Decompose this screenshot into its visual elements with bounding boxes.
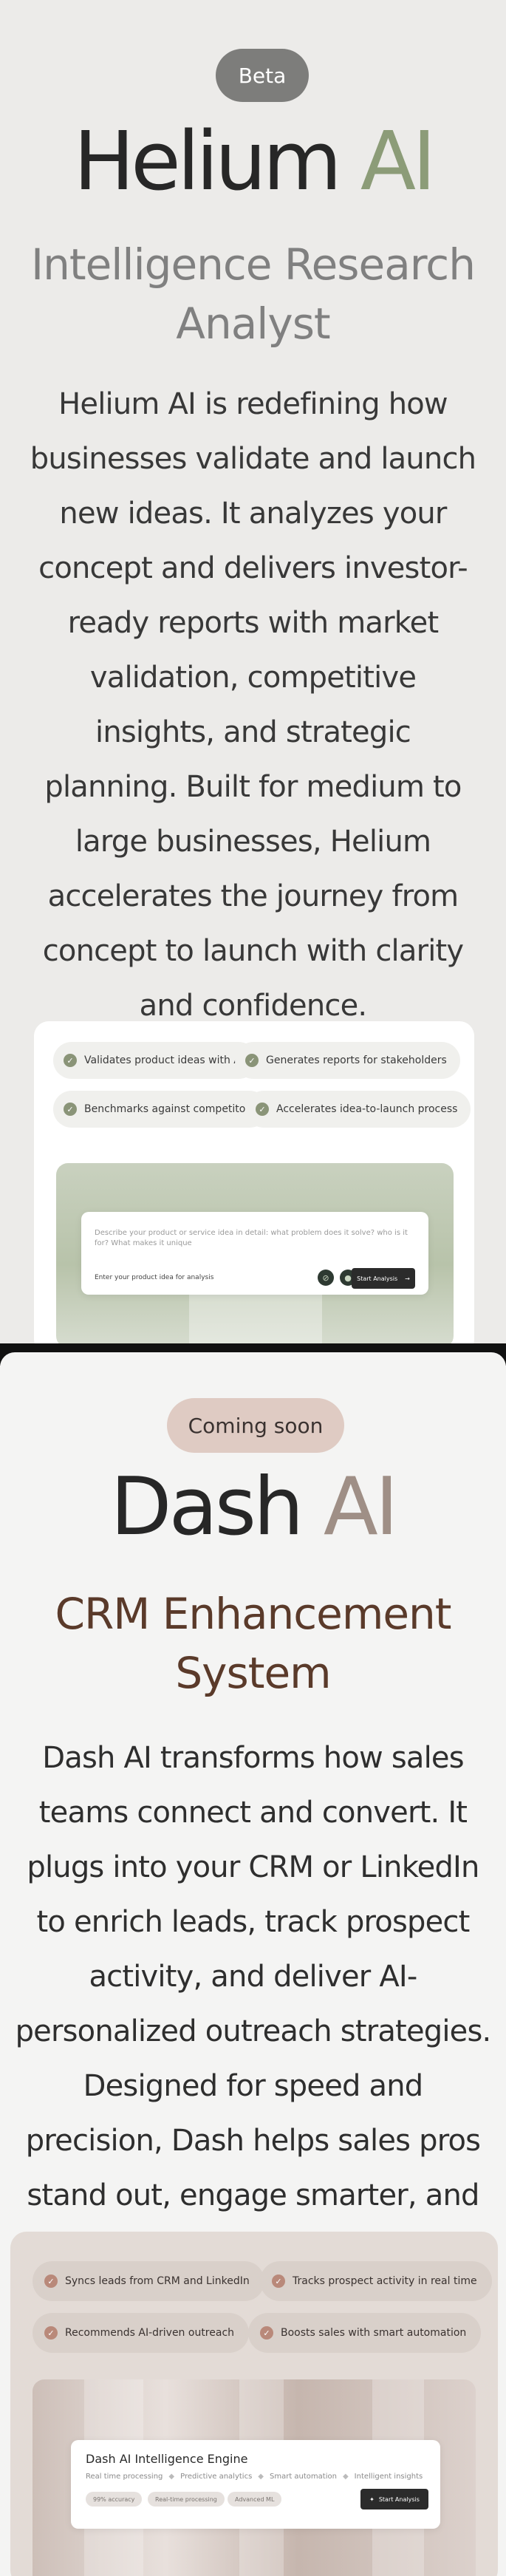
dash-preview: Dash AI Intelligence Engine Real time pr… bbox=[33, 2379, 476, 2576]
helium-description: Helium AI is redefining how businesses v… bbox=[30, 387, 476, 1023]
helium-brand: Helium AI bbox=[0, 109, 506, 213]
helium-section: Beta Helium AI Intelligence Research Ana… bbox=[0, 0, 506, 1343]
check-icon: ✓ bbox=[44, 2326, 58, 2340]
helium-subtitle: Intelligence Research Analyst bbox=[31, 239, 476, 349]
feature-chip-label: Validates product ideas with AI bbox=[84, 1054, 245, 1066]
feature-chip: ✓ Boosts sales with smart automation bbox=[248, 2313, 482, 2353]
helium-brand-accent: AI bbox=[360, 114, 437, 208]
engine-tag: Advanced ML bbox=[228, 2492, 282, 2507]
dash-brand-name: Dash bbox=[110, 1461, 304, 1553]
feature-chip: ✓ Accelerates idea-to-launch process bbox=[245, 1091, 471, 1128]
feature-chip: ✓ Validates product ideas with AI bbox=[53, 1042, 258, 1079]
engine-title: Dash AI Intelligence Engine bbox=[86, 2452, 248, 2466]
dash-subtitle: CRM Enhancement System bbox=[55, 1589, 452, 1698]
check-icon: ✓ bbox=[245, 1054, 259, 1067]
engine-feature: Real time processing bbox=[86, 2473, 163, 2481]
feature-chip-label: Boosts sales with smart automation bbox=[281, 2327, 467, 2339]
check-icon: ✓ bbox=[44, 2275, 58, 2288]
feature-chip: ✓ Benchmarks against competitors bbox=[53, 1091, 269, 1128]
attach-icon[interactable]: ⊘ bbox=[318, 1270, 334, 1286]
check-icon: ✓ bbox=[272, 2275, 285, 2288]
feature-chip-label: Recommends AI-driven outreach bbox=[65, 2327, 235, 2339]
feature-chip-label: Syncs leads from CRM and LinkedIn bbox=[65, 2275, 250, 2287]
helium-brand-name: Helium bbox=[73, 114, 341, 208]
start-analysis-label: Start Analysis bbox=[357, 1275, 398, 1282]
engine-features: Real time processing ◆ Predictive analytic… bbox=[86, 2473, 423, 2481]
check-icon: ✓ bbox=[256, 1103, 269, 1116]
arrow-right-icon: → bbox=[405, 1275, 410, 1282]
engine-feature: Predictive analytics bbox=[180, 2473, 253, 2481]
idea-input-panel[interactable]: Describe your product or service idea in… bbox=[81, 1212, 428, 1295]
engine-feature: Intelligent insights bbox=[354, 2473, 423, 2481]
dash-brand-accent: AI bbox=[323, 1461, 399, 1553]
dash-section: Coming soon Dash AI CRM Enhancement Syst… bbox=[0, 1352, 506, 2576]
start-analysis-label: Start Analysis bbox=[378, 2495, 420, 2503]
check-icon: ✓ bbox=[64, 1054, 77, 1067]
start-analysis-button[interactable]: ✦ Start Analysis bbox=[360, 2489, 428, 2509]
feature-chip: ✓ Syncs leads from CRM and LinkedIn bbox=[33, 2261, 264, 2301]
feature-chip-label: Benchmarks against competitors bbox=[84, 1103, 256, 1115]
feature-chip: ✓ Tracks prospect activity in real time bbox=[260, 2261, 492, 2301]
dash-description: Dash AI transforms how sales teams conne… bbox=[15, 1741, 492, 2267]
dash-brand: Dash AI bbox=[0, 1456, 506, 1559]
engine-feature: Smart automation bbox=[269, 2473, 337, 2481]
engine-tag: 99% accuracy bbox=[86, 2492, 143, 2507]
engine-panel: Dash AI Intelligence Engine Real time pr… bbox=[71, 2440, 440, 2529]
helium-preview: Describe your product or service idea in… bbox=[56, 1163, 454, 1343]
feature-chip-label: Accelerates idea-to-launch process bbox=[276, 1103, 458, 1115]
engine-tag: Real-time processing bbox=[148, 2492, 225, 2507]
coming-soon-badge: Coming soon bbox=[167, 1398, 344, 1453]
feature-chip-label: Generates reports for stakeholders bbox=[266, 1054, 447, 1066]
idea-input-hint: Enter your product idea for analysis bbox=[95, 1274, 214, 1281]
feature-chip-label: Tracks prospect activity in real time bbox=[293, 2275, 477, 2287]
beta-badge: Beta bbox=[216, 49, 309, 102]
feature-chip: ✓ Generates reports for stakeholders bbox=[235, 1042, 460, 1079]
preview-glow bbox=[189, 1289, 322, 1343]
idea-input[interactable]: Describe your product or service idea in… bbox=[95, 1228, 412, 1249]
sparkle-icon: ✦ bbox=[369, 2495, 375, 2503]
check-icon: ✓ bbox=[260, 2326, 273, 2340]
separator-icon: ◆ bbox=[258, 2473, 264, 2481]
feature-chip: ✓ Recommends AI-driven outreach bbox=[33, 2313, 250, 2353]
separator-icon: ◆ bbox=[342, 2473, 349, 2481]
separator-icon: ◆ bbox=[168, 2473, 175, 2481]
check-icon: ✓ bbox=[64, 1103, 77, 1116]
start-analysis-button[interactable]: Start Analysis → bbox=[352, 1268, 415, 1289]
